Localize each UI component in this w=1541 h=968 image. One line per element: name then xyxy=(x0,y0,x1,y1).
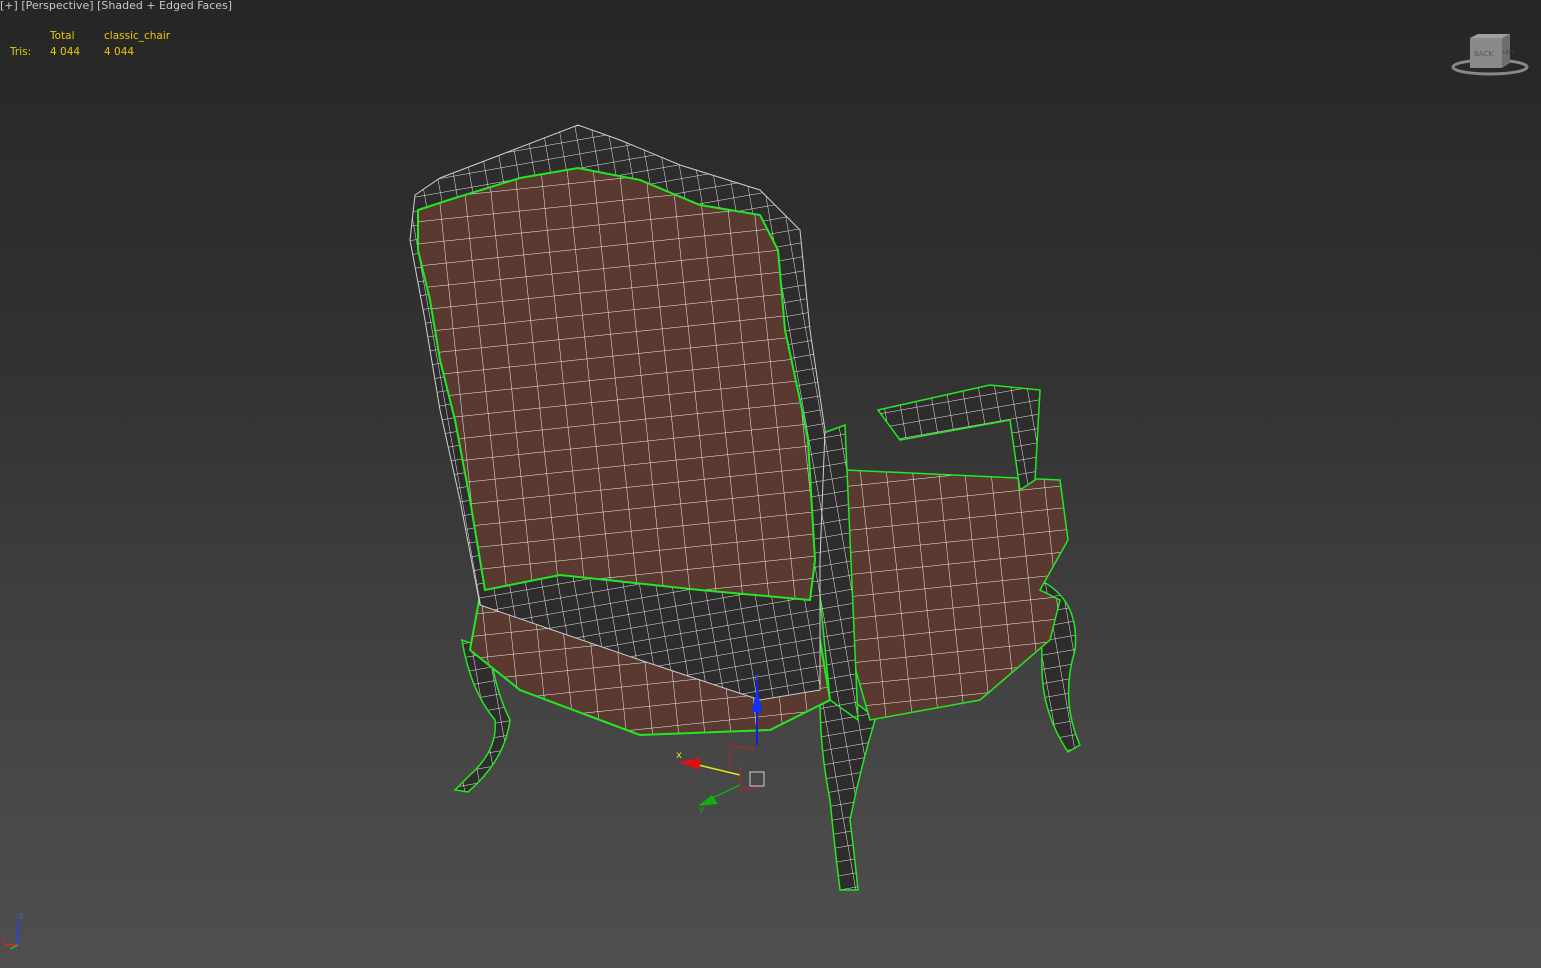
gizmo-x-label: x xyxy=(676,750,682,761)
chair-seat-cushion[interactable] xyxy=(844,469,1069,721)
gizmo-center-box[interactable] xyxy=(749,771,765,787)
chair-leg-front-left[interactable] xyxy=(819,696,876,891)
world-x-label: x xyxy=(1,935,6,944)
gizmo-plane-handles[interactable] xyxy=(729,744,761,791)
gizmo-z-label: z xyxy=(754,673,759,683)
viewport-scene[interactable]: z x y xyxy=(0,0,1541,968)
classic-chair-model[interactable] xyxy=(409,124,1081,891)
gizmo-y-label: y xyxy=(699,805,705,815)
chair-back-upholstery[interactable] xyxy=(417,166,817,602)
world-axis-tripod: z x xyxy=(1,911,23,950)
world-z-label: z xyxy=(19,911,23,920)
